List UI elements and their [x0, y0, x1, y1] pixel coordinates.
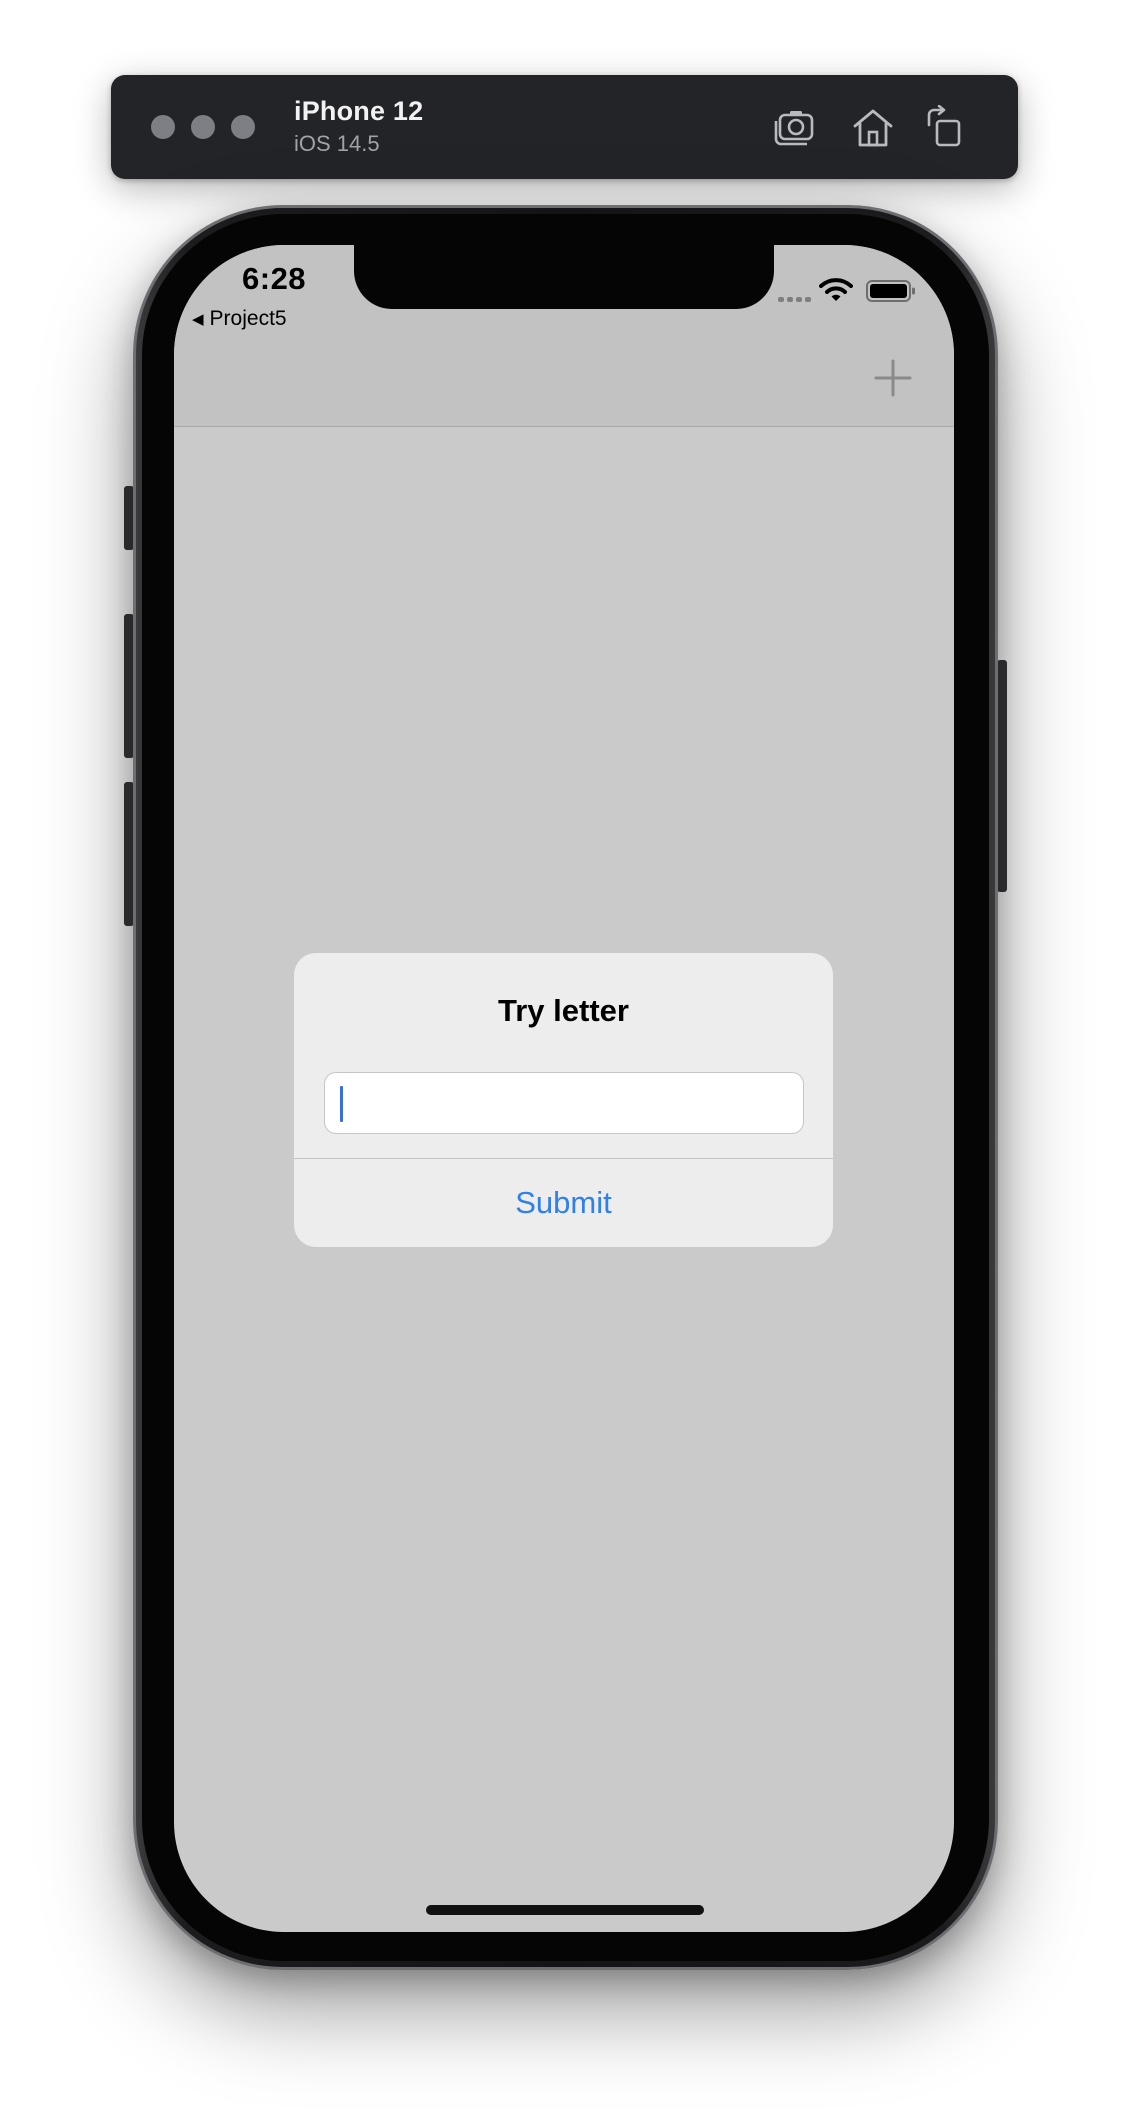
battery-icon	[866, 280, 915, 302]
screenshot-icon[interactable]	[771, 105, 817, 149]
letter-input[interactable]	[324, 1072, 804, 1134]
back-to-app-link[interactable]: ◀ Project5	[192, 307, 287, 331]
back-app-label: Project5	[209, 307, 287, 330]
home-indicator[interactable]	[426, 1905, 704, 1915]
signal-icon	[778, 297, 811, 302]
device-screen: 6:28 ◀ Project5 Try letter Submit	[174, 245, 954, 1932]
home-icon[interactable]	[850, 105, 896, 149]
wifi-icon	[819, 278, 853, 301]
alert-title: Try letter	[498, 993, 629, 1028]
simulator-toolbar: iPhone 12 iOS 14.5	[111, 75, 1018, 179]
status-time: 6:28	[242, 261, 307, 296]
rotate-icon[interactable]	[923, 105, 969, 149]
back-triangle-icon: ◀	[192, 311, 204, 328]
notch	[354, 245, 774, 309]
device-name: iPhone 12	[294, 96, 424, 126]
text-caret	[340, 1086, 343, 1122]
power-button	[997, 660, 1007, 892]
window-minimize-button[interactable]	[191, 115, 215, 139]
device-os-version: iOS 14.5	[294, 131, 380, 156]
alert-dialog: Try letter Submit	[294, 953, 833, 1247]
plus-icon[interactable]	[874, 359, 912, 397]
window-zoom-button[interactable]	[231, 115, 255, 139]
window-close-button[interactable]	[151, 115, 175, 139]
submit-button[interactable]: Submit	[294, 1159, 833, 1247]
